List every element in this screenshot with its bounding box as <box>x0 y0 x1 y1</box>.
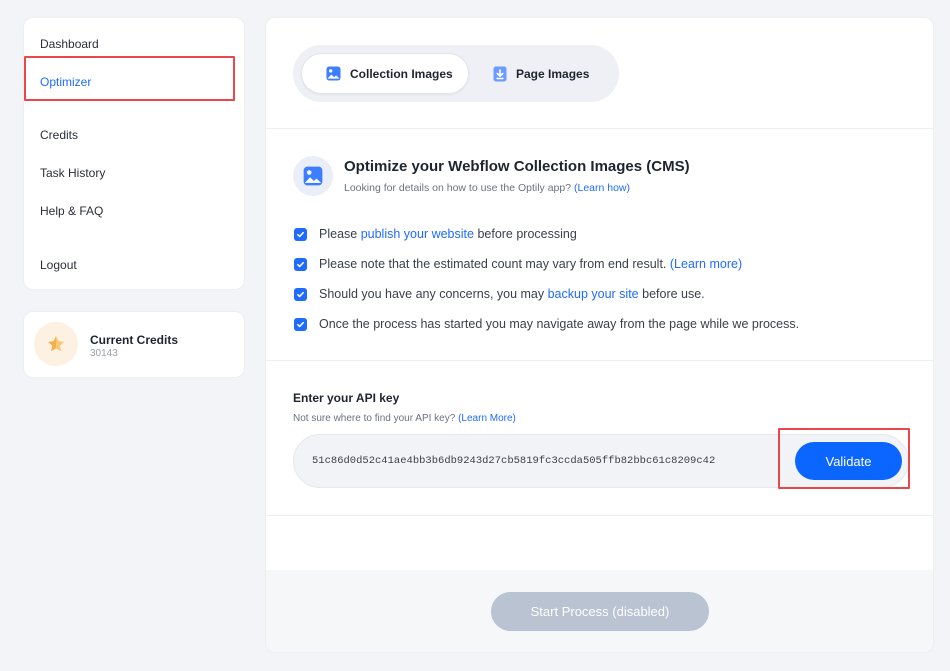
sidebar-item-credits[interactable]: Credits <box>40 128 78 142</box>
sidebar-item-optimizer[interactable]: Optimizer <box>40 75 91 89</box>
credits-card: Current Credits 30143 <box>23 311 245 378</box>
image-icon <box>293 156 333 196</box>
divider <box>266 360 933 361</box>
checklist-item: Please note that the estimated count may… <box>294 257 742 271</box>
sidebar-item-dashboard[interactable]: Dashboard <box>40 37 99 51</box>
api-learn-more-link[interactable]: (Learn More) <box>458 413 516 424</box>
api-hint-text: Not sure where to find your API key? <box>293 413 459 424</box>
learn-more-link[interactable]: (Learn more) <box>670 257 742 271</box>
checkbox-checked-icon[interactable] <box>294 227 307 241</box>
checklist-text-pre: Should you have any concerns, you may <box>319 287 548 301</box>
checklist-text: Please publish your website before proce… <box>319 227 577 241</box>
checklist-item: Should you have any concerns, you may ba… <box>294 287 705 301</box>
image-type-tabs: Collection Images Page Images <box>293 45 619 102</box>
divider <box>266 515 933 516</box>
download-file-icon <box>493 66 507 82</box>
api-key-hint: Not sure where to find your API key? (Le… <box>293 413 516 424</box>
backup-site-link[interactable]: backup your site <box>548 287 639 301</box>
section-subtitle: Looking for details on how to use the Op… <box>344 182 630 194</box>
credits-title: Current Credits <box>90 333 179 347</box>
validate-button[interactable]: Validate <box>795 442 902 480</box>
checklist-text-pre: Please <box>319 227 361 241</box>
checkbox-checked-icon[interactable] <box>294 317 307 331</box>
image-icon <box>326 66 341 81</box>
learn-how-link[interactable]: (Learn how) <box>574 182 630 194</box>
publish-website-link[interactable]: publish your website <box>361 227 474 241</box>
checklist-text: Once the process has started you may nav… <box>319 317 800 331</box>
checklist-text-pre: Please note that the estimated count may… <box>319 257 670 271</box>
checklist-item: Please publish your website before proce… <box>294 227 577 241</box>
sidebar: Dashboard Optimizer Credits Task History… <box>23 17 245 290</box>
sidebar-item-help-faq[interactable]: Help & FAQ <box>40 204 103 218</box>
start-process-button[interactable]: Start Process (disabled) <box>491 592 709 631</box>
section-title: Optimize your Webflow Collection Images … <box>344 158 690 175</box>
checklist-text: Please note that the estimated count may… <box>319 257 742 271</box>
divider <box>266 128 933 129</box>
star-icon <box>34 322 78 366</box>
tab-label: Collection Images <box>350 66 453 81</box>
checklist-item: Once the process has started you may nav… <box>294 317 799 331</box>
credits-value: 30143 <box>90 348 118 359</box>
checkbox-checked-icon[interactable] <box>294 287 307 301</box>
subtitle-text: Looking for details on how to use the Op… <box>344 182 574 194</box>
tab-collection-images[interactable]: Collection Images <box>301 53 469 94</box>
tab-page-images[interactable]: Page Images <box>493 53 611 94</box>
main-panel: Collection Images Page Images Optimize y… <box>265 17 934 653</box>
tab-label: Page Images <box>516 66 590 81</box>
sidebar-item-task-history[interactable]: Task History <box>40 166 105 180</box>
checkbox-checked-icon[interactable] <box>294 257 307 271</box>
checklist-text-post: before use. <box>638 287 705 301</box>
api-key-input[interactable] <box>312 435 772 487</box>
api-key-label: Enter your API key <box>293 391 400 405</box>
checklist-text-post: before processing <box>473 227 577 241</box>
checklist-text: Should you have any concerns, you may ba… <box>319 287 705 301</box>
sidebar-item-logout[interactable]: Logout <box>40 258 77 272</box>
